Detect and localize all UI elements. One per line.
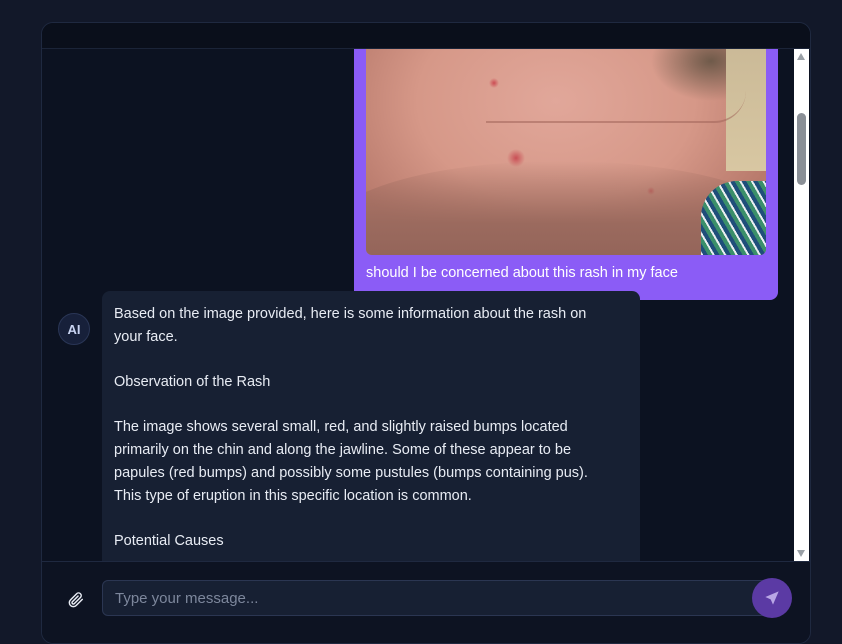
chevron-down-icon[interactable]	[797, 550, 805, 557]
photo-jawline	[486, 91, 746, 123]
message-scrollbar[interactable]	[794, 49, 809, 561]
chat-header	[42, 23, 810, 49]
ai-heading-causes: Potential Causes	[114, 532, 224, 549]
user-message-bubble: should I be concerned about this rash in…	[354, 49, 778, 300]
ai-message-bubble: Based on the image provided, here is som…	[102, 291, 640, 561]
chat-window: should I be concerned about this rash in…	[41, 22, 811, 644]
ai-heading-observation: Observation of the Rash	[114, 374, 271, 391]
scrollbar-thumb[interactable]	[797, 113, 806, 185]
attach-button[interactable]	[64, 588, 88, 612]
paperclip-icon	[68, 592, 84, 608]
ai-paragraph-intro: Based on the image provided, here is som…	[114, 306, 587, 345]
message-input[interactable]	[102, 580, 768, 616]
send-button[interactable]	[752, 578, 792, 618]
message-composer	[42, 561, 810, 643]
send-icon	[765, 591, 779, 605]
user-message-text: should I be concerned about this rash in…	[366, 265, 678, 281]
ai-message-text: Based on the image provided, here is som…	[114, 303, 614, 553]
ai-avatar: AI	[58, 313, 90, 345]
photo-clothing	[701, 181, 766, 255]
chevron-up-icon[interactable]	[797, 53, 805, 60]
message-list[interactable]: should I be concerned about this rash in…	[42, 49, 794, 561]
ai-paragraph-observation: The image shows several small, red, and …	[114, 419, 588, 504]
attached-rash-photo[interactable]	[366, 49, 766, 255]
